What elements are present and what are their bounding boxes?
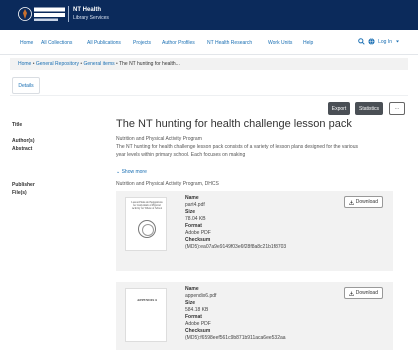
- title-label: Title: [12, 122, 23, 128]
- breadcrumb-current: The NT hunting for health...: [119, 61, 180, 67]
- nav-nt-health-research[interactable]: NT Health Research: [207, 40, 252, 46]
- show-more-label: Show more: [121, 169, 147, 175]
- search-icon[interactable]: [358, 38, 365, 45]
- file-size: 584.18 KB: [185, 307, 209, 313]
- files-label: File(s): [12, 190, 27, 196]
- thumbnail-text: APPENDIX 6: [136, 298, 158, 302]
- publisher-value: Nutrition and Physical Activity Program,…: [116, 181, 219, 187]
- logo-divider: [68, 6, 69, 22]
- file-format: Adobe PDF: [185, 321, 211, 327]
- tab-details[interactable]: Details: [12, 77, 40, 94]
- thumbnail-text: Lesson Plans and Suggestions for Curricu…: [131, 201, 163, 211]
- show-more-link[interactable]: ⌄ Show more: [116, 169, 147, 175]
- nav-home[interactable]: Home: [20, 40, 33, 46]
- download-icon: [348, 291, 354, 296]
- breadcrumb-general-repository[interactable]: General Repository: [36, 61, 79, 67]
- name-label: Name: [185, 195, 199, 201]
- breadcrumb-home[interactable]: Home: [18, 61, 31, 67]
- tab-divider: [10, 95, 408, 96]
- export-button[interactable]: Export: [328, 102, 350, 115]
- file-checksum: (MD5):ea07a9e9149f03e6f28f8a8c21b1f8703: [185, 244, 287, 250]
- brand-subtitle[interactable]: Library Services: [73, 15, 109, 21]
- format-label: Format: [185, 314, 202, 320]
- item-title: The NT hunting for health challenge less…: [116, 118, 352, 130]
- abstract-line-1: The NT hunting for health challenge less…: [116, 144, 358, 150]
- abstract-label: Abstract: [12, 146, 33, 152]
- globe-icon[interactable]: [368, 38, 375, 45]
- nav-all-collections[interactable]: All Collections: [41, 40, 72, 46]
- file-size: 78.04 KB: [185, 216, 206, 222]
- format-label: Format: [185, 223, 202, 229]
- seal-icon: [138, 220, 156, 238]
- nav-projects[interactable]: Projects: [133, 40, 151, 46]
- checksum-label: Checksum: [185, 328, 211, 334]
- file-thumbnail[interactable]: APPENDIX 6: [125, 288, 167, 342]
- chevron-down-icon[interactable]: [395, 39, 400, 44]
- checksum-label: Checksum: [185, 237, 211, 243]
- brand-title[interactable]: NT Health: [73, 7, 101, 13]
- nav-help[interactable]: Help: [303, 40, 313, 46]
- file-card: APPENDIX 6 Name appendix6.pdf Size 584.1…: [116, 282, 393, 350]
- login-link[interactable]: Log In: [378, 39, 392, 45]
- nav-work-units[interactable]: Work Units: [268, 40, 292, 46]
- breadcrumb-general-items[interactable]: General items: [83, 61, 114, 67]
- statistics-button[interactable]: Statistics: [355, 102, 383, 115]
- more-options-button[interactable]: ···: [389, 102, 405, 115]
- main-nav: Home All Collections All Publications Pr…: [0, 30, 418, 55]
- download-icon: [348, 200, 354, 205]
- name-label: Name: [185, 286, 199, 292]
- site-header: NT Health Library Services: [0, 0, 418, 30]
- file-card: Lesson Plans and Suggestions for Curricu…: [116, 191, 393, 271]
- nt-government-logo[interactable]: [18, 4, 66, 24]
- download-label: Download: [355, 199, 378, 205]
- authors-label: Author(s): [12, 138, 35, 144]
- nav-utilities: Log In: [358, 38, 400, 45]
- download-button[interactable]: Download: [343, 287, 383, 299]
- file-format: Adobe PDF: [185, 230, 211, 236]
- abstract-line-2: year levels within primary school. Each …: [116, 152, 246, 158]
- size-label: Size: [185, 300, 196, 306]
- file-name: part4.pdf: [185, 202, 205, 208]
- file-metadata: Name appendix6.pdf Size 584.18 KB Format…: [185, 286, 286, 342]
- chevron-down-icon: ⌄: [116, 169, 121, 175]
- publisher-label: Publisher: [12, 182, 35, 188]
- author-value[interactable]: Nutrition and Physical Activity Program: [116, 136, 202, 143]
- download-label: Download: [355, 290, 378, 296]
- download-button[interactable]: Download: [343, 196, 383, 208]
- size-label: Size: [185, 209, 196, 215]
- file-thumbnail[interactable]: Lesson Plans and Suggestions for Curricu…: [125, 197, 167, 251]
- nav-author-profiles[interactable]: Author Profiles: [162, 40, 195, 46]
- file-name: appendix6.pdf: [185, 293, 217, 299]
- breadcrumb: Home • General Repository • General item…: [10, 58, 408, 70]
- file-checksum: (MD5):f6598eef561c9b871b911aca6ee532aa: [185, 335, 286, 341]
- file-metadata: Name part4.pdf Size 78.04 KB Format Adob…: [185, 195, 286, 251]
- nav-all-publications[interactable]: All Publications: [87, 40, 121, 46]
